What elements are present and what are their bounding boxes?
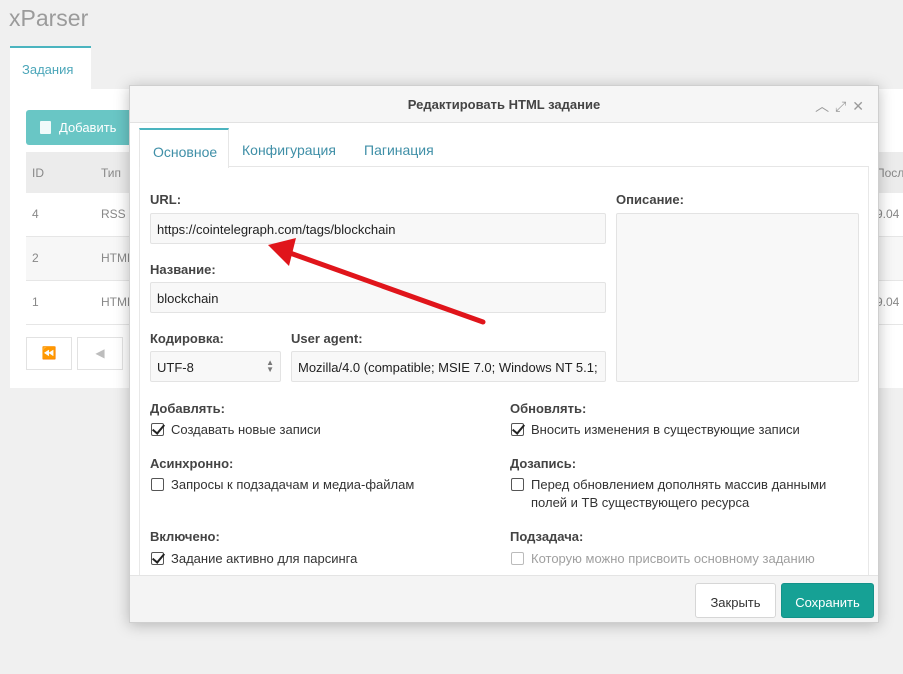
dialog-title: Редактировать HTML задание [407, 97, 601, 112]
dialog-content: URL: https://cointelegraph.com/tags/bloc… [139, 167, 869, 575]
copy-icon [40, 121, 51, 134]
encoding-value: UTF-8 [157, 360, 194, 375]
dialog-header-icons: ︿ ⤢ ✕ [809, 96, 864, 116]
cell-type: RSS [101, 207, 126, 221]
tab-pagination[interactable]: Пагинация [351, 128, 447, 167]
cell-id: 1 [32, 295, 39, 309]
checkbox-disabled-icon [511, 552, 524, 565]
expand-icon[interactable]: ⤢ [835, 98, 846, 114]
add-option-label: Добавлять: [150, 401, 225, 416]
subtask-option-label: Подзадача: [510, 529, 584, 544]
checkbox-checked-icon [151, 552, 164, 565]
useragent-label: User agent: [291, 331, 363, 346]
checkbox-label-line1: Перед обновлением дополнять массив данны… [531, 477, 827, 492]
checkbox-unchecked-icon [511, 478, 524, 491]
url-label: URL: [150, 192, 182, 207]
header-last[interactable]: Посл [876, 166, 903, 180]
update-option-label: Обновлять: [510, 401, 587, 416]
task-active-checkbox[interactable]: Задание активно для парсинга [151, 550, 357, 568]
pagination-prev-button[interactable]: ◀ [77, 337, 123, 370]
subtask-checkbox: Которую можно присвоить основному задани… [511, 550, 815, 568]
add-button-label: Добавить [59, 120, 117, 135]
tab-tasks[interactable]: Задания [10, 46, 91, 89]
cell-last: 9.04 [876, 295, 900, 309]
chevron-up-icon[interactable]: ︿ [815, 98, 829, 114]
append-data-checkbox[interactable]: Перед обновлением дополнять массив данны… [511, 476, 851, 512]
dialog-tabs: Основное Конфигурация Пагинация [139, 128, 869, 168]
url-input[interactable]: https://cointelegraph.com/tags/blockchai… [150, 213, 606, 244]
double-chevron-left-icon: ⏪ [41, 346, 57, 360]
edit-task-dialog: Редактировать HTML задание ︿ ⤢ ✕ Основное … [129, 85, 879, 623]
name-label: Название: [150, 262, 216, 277]
update-records-checkbox[interactable]: Вносить изменения в существующие записи [511, 421, 800, 439]
close-button[interactable]: Закрыть [695, 583, 776, 618]
useragent-input[interactable]: Mozilla/4.0 (compatible; MSIE 7.0; Windo… [291, 351, 606, 382]
pagination-first-button[interactable]: ⏪ [26, 337, 72, 370]
encoding-select[interactable]: UTF-8 ▲ ▼ [150, 351, 281, 382]
close-icon[interactable]: ✕ [852, 98, 864, 114]
async-requests-checkbox[interactable]: Запросы к подзадачам и медиа-файлам [151, 476, 414, 494]
checkbox-label: Создавать новые записи [171, 422, 321, 437]
header-type[interactable]: Тип [101, 166, 121, 180]
cell-id: 2 [32, 251, 39, 265]
name-input[interactable]: blockchain [150, 282, 606, 313]
select-arrows-icon: ▲ ▼ [266, 358, 274, 374]
cell-last: 9.04 [876, 207, 900, 221]
append-option-label: Дозапись: [510, 456, 577, 471]
create-records-checkbox[interactable]: Создавать новые записи [151, 421, 321, 439]
description-label: Описание: [616, 192, 684, 207]
checkbox-label: Запросы к подзадачам и медиа-файлам [171, 477, 415, 492]
dialog-footer: Закрыть Сохранить [130, 575, 878, 622]
checkbox-label: Которую можно присвоить основному задани… [531, 551, 815, 566]
async-option-label: Асинхронно: [150, 456, 234, 471]
header-id[interactable]: ID [32, 166, 44, 180]
tab-main[interactable]: Основное [139, 128, 229, 168]
checkbox-checked-icon [511, 423, 524, 436]
enabled-option-label: Включено: [150, 529, 220, 544]
chevron-left-icon: ◀ [95, 346, 105, 360]
tab-configuration[interactable]: Конфигурация [229, 128, 349, 167]
dialog-header: Редактировать HTML задание ︿ ⤢ ✕ [130, 86, 878, 123]
description-textarea[interactable] [616, 213, 859, 382]
encoding-label: Кодировка: [150, 331, 224, 346]
checkbox-label-line2: полей и ТВ существующего ресурса [531, 495, 750, 510]
checkbox-label: Вносить изменения в существующие записи [531, 422, 800, 437]
save-button[interactable]: Сохранить [781, 583, 874, 618]
checkbox-unchecked-icon [151, 478, 164, 491]
add-button[interactable]: Добавить [26, 110, 132, 145]
checkbox-label: Задание активно для парсинга [171, 551, 358, 566]
cell-id: 4 [32, 207, 39, 221]
checkbox-checked-icon [151, 423, 164, 436]
app-title: xParser [9, 5, 89, 31]
